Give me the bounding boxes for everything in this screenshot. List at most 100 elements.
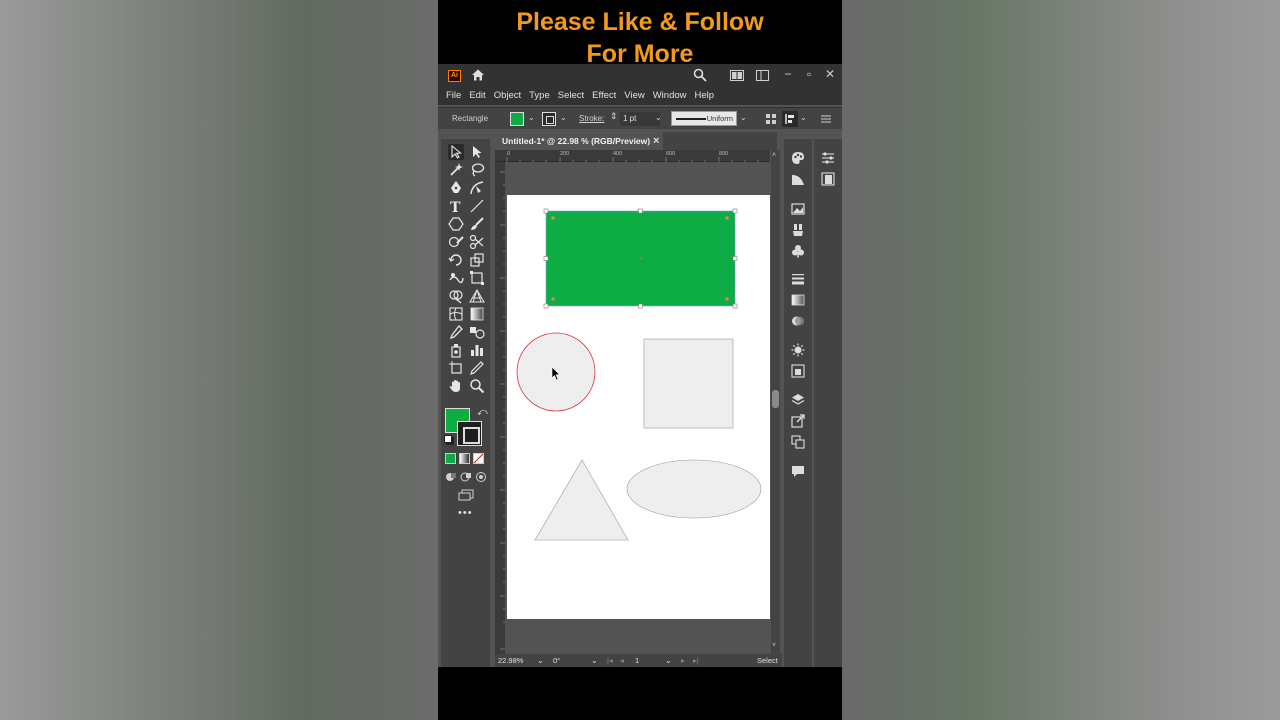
rotation-chevron-icon[interactable]: ⌄: [591, 655, 598, 666]
zoom-chevron-icon[interactable]: ⌄: [537, 655, 544, 666]
vertical-ruler[interactable]: [495, 162, 505, 654]
rotation-field[interactable]: 0°: [553, 655, 593, 666]
perspective-grid-tool-icon[interactable]: [469, 288, 485, 304]
menu-type[interactable]: Type: [529, 90, 550, 101]
fill-color-swatch[interactable]: [510, 112, 524, 126]
stroke-color-indicator[interactable]: [457, 421, 482, 446]
gradient-tool-icon[interactable]: [469, 306, 485, 322]
magic-wand-tool-icon[interactable]: [448, 162, 464, 178]
menu-view[interactable]: View: [624, 90, 644, 101]
stroke-dropdown-chevron-icon[interactable]: ⌄: [560, 113, 567, 122]
next-artboard-icon[interactable]: ▸: [681, 655, 685, 666]
scissors-tool-icon[interactable]: [469, 234, 485, 250]
rectangle-tool-icon[interactable]: [448, 216, 464, 232]
line-segment-tool-icon[interactable]: [469, 198, 485, 214]
workspace-icon[interactable]: [756, 70, 769, 81]
draw-behind-icon[interactable]: [460, 471, 472, 483]
gradient-mode-icon[interactable]: [459, 453, 470, 464]
scrollbar-thumb[interactable]: [772, 390, 779, 408]
restore-button[interactable]: ▫: [800, 66, 818, 82]
artboard-chevron-icon[interactable]: ⌄: [665, 655, 672, 666]
symbols-panel-icon[interactable]: [791, 244, 805, 258]
last-artboard-icon[interactable]: ▸|: [693, 655, 699, 666]
minimize-button[interactable]: −: [779, 66, 797, 82]
none-mode-icon[interactable]: [473, 453, 484, 464]
default-colors-icon[interactable]: [444, 435, 452, 443]
shape-builder-tool-icon[interactable]: [448, 288, 464, 304]
layers-panel-icon[interactable]: [791, 393, 805, 407]
properties-panel-icon[interactable]: [821, 151, 835, 165]
stroke-weight-field[interactable]: 1 pt: [620, 112, 660, 126]
libraries-panel-icon[interactable]: [821, 172, 835, 186]
menu-help[interactable]: Help: [695, 90, 715, 101]
previous-artboard-icon[interactable]: ◂: [620, 655, 624, 666]
menu-effect[interactable]: Effect: [592, 90, 616, 101]
slice-tool-icon[interactable]: [469, 360, 485, 376]
blend-tool-icon[interactable]: [469, 324, 485, 340]
direct-selection-tool-icon[interactable]: [469, 144, 485, 160]
arrange-documents-icon[interactable]: [730, 70, 744, 81]
stroke-stepper-icon[interactable]: ⇕: [610, 111, 618, 122]
image-trace-panel-icon[interactable]: [791, 202, 805, 216]
search-icon[interactable]: [693, 68, 707, 82]
type-tool-icon[interactable]: T: [448, 198, 464, 216]
stroke-weight-chevron-icon[interactable]: ⌄: [655, 113, 662, 122]
artboard-number-field[interactable]: 1: [635, 655, 665, 666]
color-guide-panel-icon[interactable]: [791, 172, 805, 186]
artboards-panel-icon[interactable]: [791, 435, 805, 449]
curvature-tool-icon[interactable]: [469, 180, 485, 196]
stroke-profile-select[interactable]: Uniform: [671, 111, 737, 126]
horizontal-ruler[interactable]: 0 200 400 600 800: [495, 150, 770, 162]
selection-tool-icon[interactable]: [448, 144, 464, 160]
pen-tool-icon[interactable]: [448, 180, 464, 196]
draw-normal-icon[interactable]: [445, 471, 457, 483]
column-graph-tool-icon[interactable]: [469, 342, 485, 358]
first-artboard-icon[interactable]: |◂: [607, 655, 613, 666]
align-chevron-icon[interactable]: ⌄: [800, 113, 807, 122]
edit-toolbar-icon[interactable]: •••: [458, 507, 473, 519]
free-transform-tool-icon[interactable]: [469, 270, 485, 286]
scroll-up-icon[interactable]: ˄: [772, 152, 776, 159]
align-to-icon[interactable]: [782, 111, 798, 127]
menu-file[interactable]: File: [446, 90, 461, 101]
transparency-panel-icon[interactable]: [791, 314, 805, 328]
comments-panel-icon[interactable]: [791, 464, 805, 478]
brushes-panel-icon[interactable]: [791, 223, 805, 237]
color-panel-icon[interactable]: [791, 151, 805, 165]
color-mode-icon[interactable]: [445, 453, 456, 464]
ellipse-shape[interactable]: [626, 459, 762, 519]
warp-tool-icon[interactable]: [448, 270, 464, 286]
menu-edit[interactable]: Edit: [469, 90, 485, 101]
appearance-panel-icon[interactable]: [791, 343, 805, 357]
close-button[interactable]: ✕: [821, 66, 839, 82]
align-grid-icon[interactable]: [765, 113, 777, 125]
artboard-tool-icon[interactable]: [448, 360, 464, 376]
mesh-tool-icon[interactable]: [448, 306, 464, 322]
scroll-down-icon[interactable]: ˅: [772, 642, 776, 649]
home-icon[interactable]: [471, 68, 485, 82]
stroke-color-swatch[interactable]: [542, 112, 556, 126]
vertical-scrollbar[interactable]: ˄ ˅: [771, 150, 780, 654]
menu-window[interactable]: Window: [653, 90, 687, 101]
current-tool-status[interactable]: Select: [757, 655, 778, 666]
shaper-tool-icon[interactable]: [448, 234, 464, 250]
document-tab[interactable]: Untitled-1* @ 22.98 % (RGB/Preview) ×: [495, 132, 663, 150]
lasso-tool-icon[interactable]: [469, 162, 485, 178]
graphic-styles-panel-icon[interactable]: [791, 364, 805, 378]
symbol-sprayer-tool-icon[interactable]: [448, 342, 464, 358]
triangle-shape[interactable]: [534, 459, 629, 541]
close-tab-icon[interactable]: ×: [653, 132, 659, 150]
stroke-profile-chevron-icon[interactable]: ⌄: [740, 113, 747, 122]
stroke-label[interactable]: Stroke:: [579, 114, 604, 123]
scale-tool-icon[interactable]: [469, 252, 485, 268]
fill-dropdown-chevron-icon[interactable]: ⌄: [528, 113, 535, 122]
menu-select[interactable]: Select: [558, 90, 584, 101]
hand-tool-icon[interactable]: [448, 378, 464, 394]
panel-menu-icon[interactable]: [820, 113, 832, 125]
stroke-panel-icon[interactable]: [791, 272, 805, 286]
draw-inside-icon[interactable]: [475, 471, 487, 483]
screen-mode-icon[interactable]: [458, 489, 474, 501]
square-shape[interactable]: [643, 338, 734, 429]
export-panel-icon[interactable]: [791, 414, 805, 428]
zoom-tool-icon[interactable]: [469, 378, 485, 394]
